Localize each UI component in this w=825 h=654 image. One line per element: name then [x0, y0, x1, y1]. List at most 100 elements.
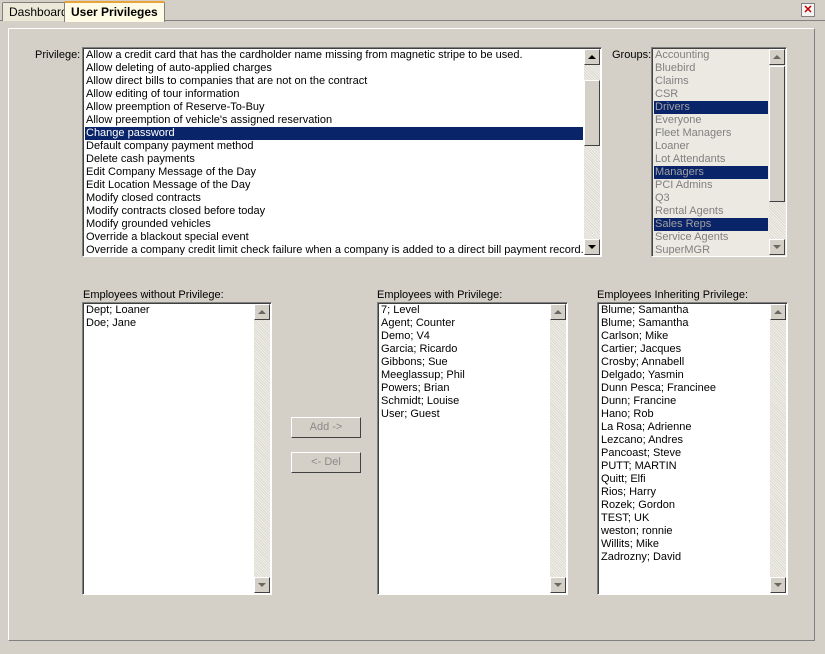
employee-inheriting-item[interactable]: Rios; Harry — [600, 486, 769, 499]
employees-with-label: Employees with Privilege: — [377, 289, 503, 301]
employee-inheriting-item[interactable]: Crosby; Annabell — [600, 356, 769, 369]
employee-with-item[interactable]: Demo; V4 — [380, 330, 549, 343]
scroll-down-button[interactable] — [769, 239, 785, 255]
close-icon[interactable]: ✕ — [801, 3, 815, 17]
privilege-list-item[interactable]: Allow a credit card that has the cardhol… — [85, 49, 583, 62]
employee-without-item[interactable]: Dept; Loaner — [85, 304, 253, 317]
privilege-list-items: Allow a credit card that has the cardhol… — [85, 49, 583, 255]
privilege-list-item[interactable]: Edit Location Message of the Day — [85, 179, 583, 192]
group-list-item[interactable]: Drivers — [654, 101, 768, 114]
tab-user-privileges[interactable]: User Privileges — [64, 1, 165, 22]
employees-inheriting-scrollbar[interactable] — [770, 304, 786, 593]
employee-inheriting-item[interactable]: Quitt; Elfi — [600, 473, 769, 486]
employees-with-scrollbar[interactable] — [550, 304, 566, 593]
employee-inheriting-item[interactable]: PUTT; MARTIN — [600, 460, 769, 473]
privilege-list-item[interactable]: Allow preemption of vehicle's assigned r… — [85, 114, 583, 127]
employees-inheriting-listbox[interactable]: Blume; Samantha Blume; Samantha Carlson; M… — [597, 302, 788, 595]
arrow-down-icon — [554, 583, 562, 587]
employees-without-listbox[interactable]: Dept; Loaner Doe; Jane — [82, 302, 272, 595]
add-button[interactable]: Add -> — [291, 417, 361, 438]
group-list-item[interactable]: Service Agents — [654, 231, 768, 244]
scroll-down-button[interactable] — [770, 577, 786, 593]
employee-inheriting-item[interactable]: Dunn; Francine — [600, 395, 769, 408]
privilege-list-item[interactable]: Allow direct bills to companies that are… — [85, 75, 583, 88]
group-list-item[interactable]: Managers — [654, 166, 768, 179]
employee-inheriting-item[interactable]: Delgado; Yasmin — [600, 369, 769, 382]
group-list-item[interactable]: Everyone — [654, 114, 768, 127]
scroll-up-button[interactable] — [584, 49, 600, 65]
privilege-list-item[interactable]: Allow deleting of auto-applied charges — [85, 62, 583, 75]
scroll-down-button[interactable] — [584, 239, 600, 255]
employees-with-listbox[interactable]: 7; Level Agent; Counter Demo; V4 Garcia; Ri… — [377, 302, 568, 595]
group-list-item[interactable]: Lot Attendants — [654, 153, 768, 166]
arrow-down-icon — [588, 245, 596, 249]
employee-inheriting-item[interactable]: TEST; UK — [600, 512, 769, 525]
group-list-item[interactable]: Fleet Managers — [654, 127, 768, 140]
privilege-list-item[interactable]: Allow preemption of Reserve-To-Buy — [85, 101, 583, 114]
employee-inheriting-item[interactable]: Willits; Mike — [600, 538, 769, 551]
group-list-item[interactable]: Accounting — [654, 49, 768, 62]
employee-inheriting-item[interactable]: La Rosa; Adrienne — [600, 421, 769, 434]
employee-inheriting-item[interactable]: Pancoast; Steve — [600, 447, 769, 460]
scroll-up-button[interactable] — [769, 49, 785, 65]
employee-with-item[interactable]: Meeglassup; Phil — [380, 369, 549, 382]
employee-with-item[interactable]: Powers; Brian — [380, 382, 549, 395]
privilege-list-item[interactable]: Edit Company Message of the Day — [85, 166, 583, 179]
group-list-item[interactable]: Sales Reps — [654, 218, 768, 231]
employee-inheriting-item[interactable]: Cartier; Jacques — [600, 343, 769, 356]
employee-with-item[interactable]: 7; Level — [380, 304, 549, 317]
group-list-item[interactable]: SuperMGR — [654, 244, 768, 255]
group-list-item[interactable]: PCI Admins — [654, 179, 768, 192]
employee-without-item[interactable]: Doe; Jane — [85, 317, 253, 330]
privilege-scrollbar[interactable] — [584, 49, 600, 255]
arrow-up-icon — [774, 310, 782, 314]
privilege-list-item[interactable]: Override a company credit limit check fa… — [85, 244, 583, 255]
arrow-down-icon — [773, 245, 781, 249]
group-list-item[interactable]: Q3 — [654, 192, 768, 205]
group-list-item[interactable]: Bluebird — [654, 62, 768, 75]
privilege-list-item[interactable]: Default company payment method — [85, 140, 583, 153]
scroll-down-button[interactable] — [550, 577, 566, 593]
employee-with-item[interactable]: Agent; Counter — [380, 317, 549, 330]
employee-inheriting-item[interactable]: Hano; Rob — [600, 408, 769, 421]
employee-inheriting-item[interactable]: Blume; Samantha — [600, 304, 769, 317]
employee-with-item[interactable]: Gibbons; Sue — [380, 356, 549, 369]
groups-scrollbar[interactable] — [769, 49, 785, 255]
scroll-up-button[interactable] — [550, 304, 566, 320]
employee-with-item[interactable]: User; Guest — [380, 408, 549, 421]
group-list-item[interactable]: Loaner — [654, 140, 768, 153]
group-list-item[interactable]: Rental Agents — [654, 205, 768, 218]
privilege-list-item[interactable]: Change password — [85, 127, 583, 140]
employee-inheriting-item[interactable]: Lezcano; Andres — [600, 434, 769, 447]
privilege-listbox[interactable]: Allow a credit card that has the cardhol… — [82, 47, 602, 257]
employee-with-item[interactable]: Garcia; Ricardo — [380, 343, 549, 356]
employee-inheriting-item[interactable]: Carlson; Mike — [600, 330, 769, 343]
employee-inheriting-item[interactable]: Rozek; Gordon — [600, 499, 769, 512]
scroll-up-button[interactable] — [770, 304, 786, 320]
group-list-item[interactable]: CSR — [654, 88, 768, 101]
group-list-item[interactable]: Claims — [654, 75, 768, 88]
employees-inheriting-items: Blume; Samantha Blume; Samantha Carlson; M… — [600, 304, 769, 593]
employees-without-scrollbar[interactable] — [254, 304, 270, 593]
groups-listbox[interactable]: Accounting Bluebird Claims CSR Drivers Everyo… — [651, 47, 787, 257]
scroll-thumb[interactable] — [584, 80, 600, 146]
privilege-list-item[interactable]: Delete cash payments — [85, 153, 583, 166]
del-button[interactable]: <- Del — [291, 452, 361, 473]
privilege-list-item[interactable]: Override a blackout special event — [85, 231, 583, 244]
scroll-thumb[interactable] — [769, 66, 785, 202]
employee-inheriting-item[interactable]: Blume; Samantha — [600, 317, 769, 330]
employee-inheriting-item[interactable]: Zadrozny; David — [600, 551, 769, 564]
arrow-up-icon — [554, 310, 562, 314]
privilege-list-item[interactable]: Modify closed contracts — [85, 192, 583, 205]
privilege-list-item[interactable]: Modify contracts closed before today — [85, 205, 583, 218]
employees-without-items: Dept; Loaner Doe; Jane — [85, 304, 253, 593]
scroll-down-button[interactable] — [254, 577, 270, 593]
groups-list-items: Accounting Bluebird Claims CSR Drivers Everyo… — [654, 49, 768, 255]
employee-inheriting-item[interactable]: Dunn Pesca; Francinee — [600, 382, 769, 395]
privilege-list-item[interactable]: Allow editing of tour information — [85, 88, 583, 101]
privilege-list-item[interactable]: Modify grounded vehicles — [85, 218, 583, 231]
employee-with-item[interactable]: Schmidt; Louise — [380, 395, 549, 408]
scroll-up-button[interactable] — [254, 304, 270, 320]
employees-inheriting-label: Employees Inheriting Privilege: — [597, 289, 749, 301]
employee-inheriting-item[interactable]: weston; ronnie — [600, 525, 769, 538]
